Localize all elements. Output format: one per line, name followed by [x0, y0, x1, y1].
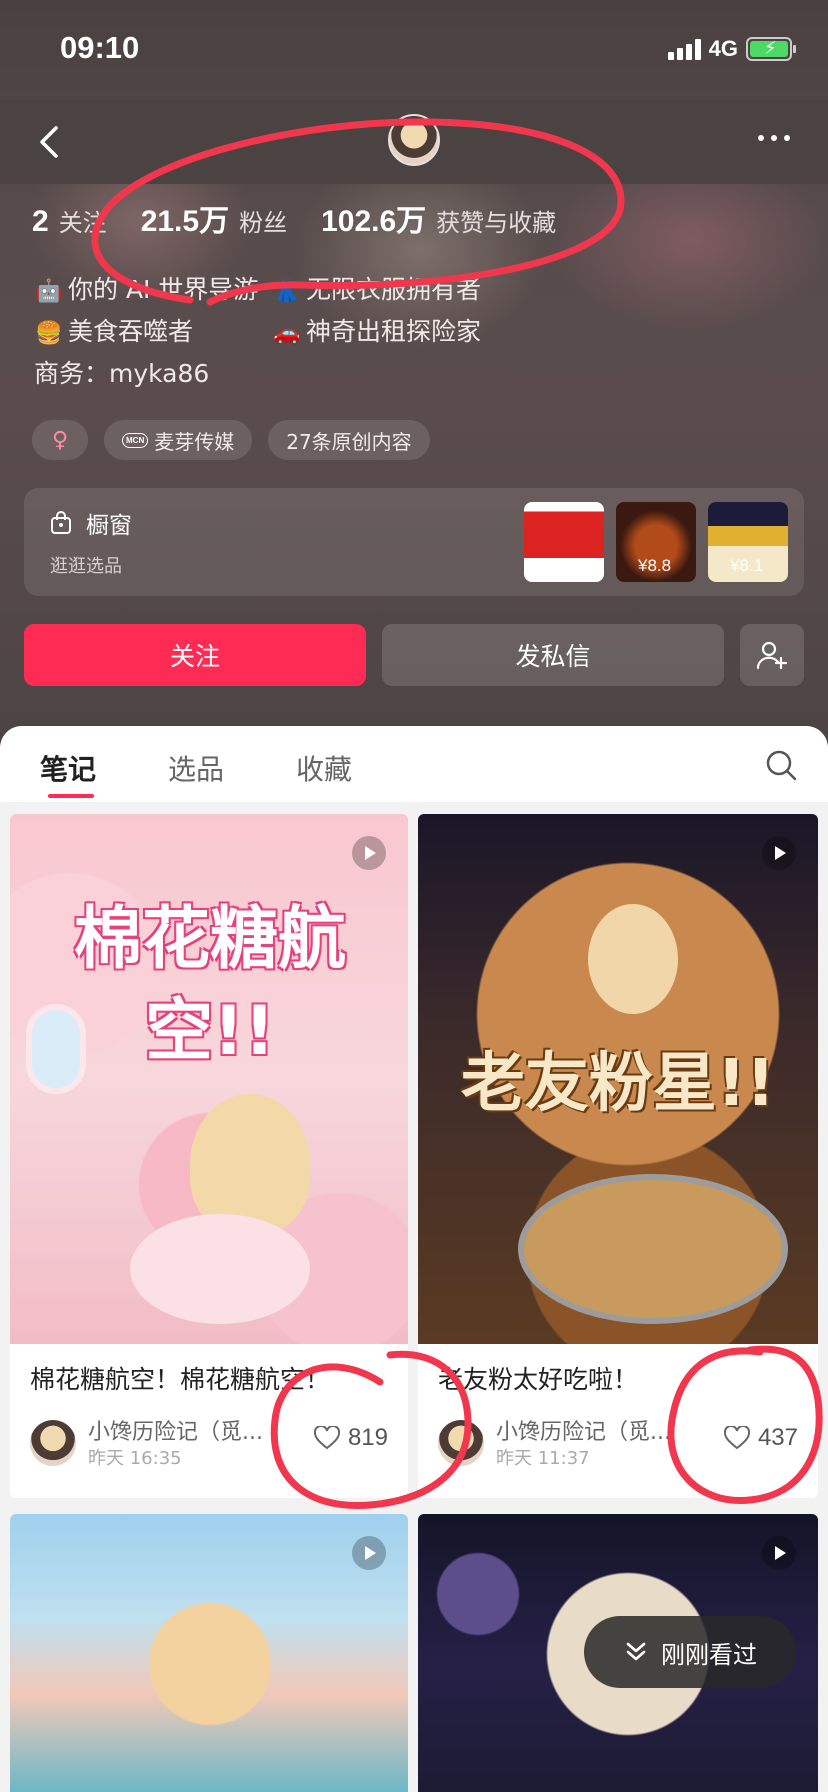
- shopping-bag-icon: [51, 511, 71, 534]
- like-count: 437: [757, 1424, 798, 1451]
- note-card[interactable]: 棉花糖航空!! 棉花糖航空！棉花糖航空！ 小馋历险记（觅... 昨天 16:35…: [10, 814, 408, 1498]
- more-options-button[interactable]: [758, 128, 798, 148]
- mcn-label: 麦芽传媒: [154, 429, 235, 454]
- product-price: ¥9.9: [546, 556, 580, 575]
- cover-overlay-title: 棉花糖航空!!: [73, 900, 346, 1071]
- dress-icon: 👗: [273, 279, 301, 304]
- business-contact: 商务：myka86: [34, 359, 210, 388]
- noodle-bowl: [518, 1174, 788, 1324]
- likes-collects-label: 获赞与收藏: [436, 209, 557, 237]
- add-friend-button[interactable]: [740, 624, 804, 686]
- profile-actions: 关注 发私信: [24, 624, 804, 686]
- following-label: 关注: [58, 209, 107, 237]
- note-title: 老友粉太好吃啦！: [438, 1365, 639, 1394]
- like-button[interactable]: 437: [723, 1424, 798, 1452]
- mcn-icon: MCN: [122, 432, 149, 448]
- search-icon[interactable]: [764, 748, 798, 782]
- play-icon: [762, 836, 796, 870]
- author-avatar: [30, 1420, 76, 1466]
- shop-window-card[interactable]: 橱窗 逛逛选品 ¥9.9 ¥8.8 ¥8.1: [24, 488, 804, 596]
- author-name: 小馋历险记（觅...: [496, 1420, 671, 1445]
- shop-product-thumb[interactable]: ¥8.8: [616, 502, 696, 582]
- product-price: ¥8.8: [638, 556, 672, 575]
- note-card[interactable]: [10, 1514, 408, 1792]
- shop-title-label: 橱窗: [86, 513, 132, 539]
- shop-title: 橱窗: [50, 506, 132, 540]
- nav-avatar[interactable]: [388, 114, 440, 166]
- bio-line: 神奇出租探险家: [306, 317, 482, 346]
- followers-stat[interactable]: 21.5万 粉丝: [141, 196, 287, 240]
- profile-tags: ♀ MCN 麦芽传媒 27条原创内容: [32, 420, 430, 460]
- back-button[interactable]: [30, 120, 74, 164]
- robot-icon: 🤖: [35, 279, 63, 304]
- profile-stats: 2 关注 21.5万 粉丝 102.6万 获赞与收藏: [32, 196, 590, 240]
- following-count: 2: [32, 205, 49, 238]
- double-chevron-down-icon: [626, 1642, 646, 1661]
- status-time: 09:10: [60, 30, 140, 65]
- chevron-left-icon: [40, 126, 58, 158]
- burger-icon: 🍔: [35, 321, 63, 346]
- followers-label: 粉丝: [239, 209, 288, 237]
- tab-picks[interactable]: 选品: [168, 748, 224, 788]
- following-stat[interactable]: 2 关注: [32, 203, 107, 239]
- likes-collects-count: 102.6万: [321, 205, 427, 238]
- heart-icon: [313, 1426, 340, 1450]
- play-icon: [762, 1536, 796, 1570]
- bio-line: 你的 AI 世界导游: [68, 275, 259, 304]
- recently-viewed-button[interactable]: 刚刚看过: [584, 1616, 796, 1688]
- author-avatar: [438, 1420, 484, 1466]
- dot-icon: [784, 135, 790, 141]
- note-cover-image: [10, 1514, 408, 1792]
- character-figure: [588, 904, 678, 1014]
- bio-line: 无限衣服拥有者: [306, 275, 482, 304]
- battery-icon: ⚡: [746, 37, 796, 61]
- message-button[interactable]: 发私信: [382, 624, 724, 686]
- follow-button[interactable]: 关注: [24, 624, 366, 686]
- gender-tag: ♀: [32, 420, 88, 460]
- character-figure: [190, 1094, 310, 1234]
- likes-collects-stat[interactable]: 102.6万 获赞与收藏: [321, 196, 556, 240]
- profile-bio: 🤖 你的 AI 世界导游 👗 无限衣服拥有者 🍔 美食吞噬者 🚗 神奇出租探险家 商务：…: [34, 270, 481, 394]
- shop-product-thumb[interactable]: ¥9.9: [524, 502, 604, 582]
- followers-count: 21.5万: [140, 205, 230, 238]
- post-time: 昨天 11:37: [496, 1448, 590, 1469]
- content-tabs: 笔记 选品 收藏: [0, 726, 828, 802]
- play-icon: [352, 1536, 386, 1570]
- play-icon: [352, 836, 386, 870]
- like-button[interactable]: 819: [313, 1424, 388, 1452]
- network-type: 4G: [708, 36, 738, 61]
- bio-line: 美食吞噬者: [68, 317, 194, 346]
- shop-product-thumb[interactable]: ¥8.1: [708, 502, 788, 582]
- signal-icon: [667, 38, 701, 60]
- original-content-tag[interactable]: 27条原创内容: [268, 420, 430, 460]
- dot-icon: [771, 135, 777, 141]
- note-title: 棉花糖航空！棉花糖航空！: [30, 1365, 331, 1394]
- status-icons: 4G ⚡: [667, 36, 796, 62]
- dot-icon: [758, 135, 764, 141]
- top-nav-bar: [0, 100, 828, 184]
- cotton-candy-bowl: [130, 1214, 310, 1324]
- add-user-icon: [756, 641, 788, 670]
- active-tab-indicator: [48, 794, 94, 798]
- cover-overlay-title: 老友粉星!!: [460, 1047, 776, 1121]
- like-count: 819: [347, 1424, 388, 1451]
- note-card[interactable]: 老友粉星!! 老友粉太好吃啦！ 小馋历险记（觅... 昨天 11:37 437: [418, 814, 818, 1498]
- tab-favorites[interactable]: 收藏: [296, 748, 352, 788]
- status-bar: 09:10 4G ⚡: [0, 0, 828, 100]
- heart-icon: [723, 1426, 750, 1450]
- recently-viewed-label: 刚刚看过: [661, 1640, 757, 1669]
- author-name: 小馋历险记（觅...: [88, 1420, 263, 1445]
- mcn-tag[interactable]: MCN 麦芽传媒: [104, 420, 253, 460]
- post-time: 昨天 16:35: [88, 1448, 182, 1469]
- shop-subtitle: 逛逛选品: [50, 556, 122, 577]
- car-icon: 🚗: [273, 321, 301, 346]
- product-price: ¥8.1: [730, 556, 764, 575]
- tab-notes[interactable]: 笔记: [40, 748, 96, 788]
